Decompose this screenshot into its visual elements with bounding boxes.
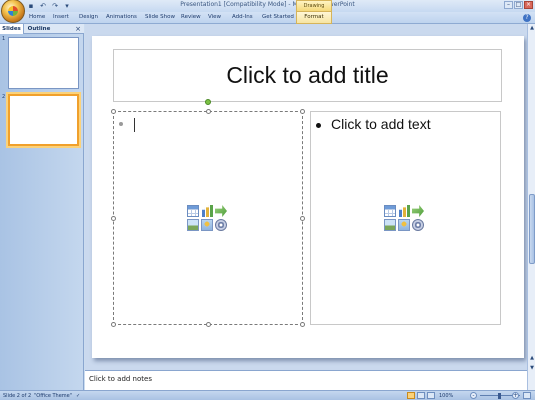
title-bar: ▪ ↶ ↷ ▾ Presentation1 [Compatibility Mod… [0, 0, 535, 19]
smartart-icon[interactable] [215, 205, 227, 217]
media-icon[interactable] [215, 219, 227, 231]
bullet-icon [119, 122, 123, 126]
right-content-placeholder[interactable]: Click to add text [310, 111, 501, 325]
resize-handle[interactable] [111, 109, 116, 114]
vertical-scrollbar[interactable]: ▲ ▲ ▼ [527, 24, 535, 390]
scroll-prev-slide-icon[interactable]: ▲ [529, 354, 535, 362]
slide-thumbnail-2[interactable] [8, 94, 79, 146]
slide-sorter-view-icon[interactable] [417, 392, 425, 399]
theme-name: "Office Theme" [34, 393, 73, 399]
chart-icon[interactable] [201, 205, 213, 217]
tab-animations[interactable]: Animations [106, 14, 137, 20]
right-placeholder-label: Click to add text [331, 116, 431, 132]
slides-pane: Slides Outline × 1 2 [0, 24, 84, 390]
resize-handle[interactable] [111, 322, 116, 327]
fit-to-window-icon[interactable] [523, 392, 531, 399]
content-icon-group [187, 205, 227, 231]
tab-format[interactable]: Format [296, 12, 332, 24]
zoom-level[interactable]: 100% [439, 393, 453, 399]
scroll-up-icon[interactable]: ▲ [529, 24, 535, 32]
scrollbar-thumb[interactable] [529, 194, 535, 264]
window-controls: – □ × [504, 1, 533, 9]
clipart-icon[interactable] [201, 219, 213, 231]
tab-design[interactable]: Design [79, 14, 98, 20]
slide-number: 1 [2, 36, 6, 42]
drawing-tools-label: Drawing Tools [296, 0, 332, 19]
resize-handle[interactable] [206, 109, 211, 114]
minimize-button[interactable]: – [504, 1, 513, 9]
tab-home[interactable]: Home [29, 14, 45, 20]
table-icon[interactable] [384, 205, 396, 217]
tab-slides[interactable]: Slides [0, 24, 24, 34]
slide-counter: Slide 2 of 2 [3, 393, 32, 399]
office-button[interactable] [1, 0, 25, 23]
slide-number: 2 [2, 94, 6, 100]
picture-icon[interactable] [187, 219, 199, 231]
pane-tab-bar: Slides Outline × [0, 24, 84, 34]
status-bar: Slide 2 of 2 "Office Theme" ✓ 100% - + [0, 390, 535, 400]
media-icon[interactable] [412, 219, 424, 231]
zoom-out-icon[interactable]: - [470, 392, 477, 399]
tab-review[interactable]: Review [181, 14, 201, 20]
zoom-in-icon[interactable]: + [512, 392, 519, 399]
resize-handle[interactable] [111, 216, 116, 221]
normal-view-icon[interactable] [407, 392, 415, 399]
chart-icon[interactable] [398, 205, 410, 217]
slide-canvas[interactable]: Click to add title Click to add text [92, 36, 524, 358]
window-title: Presentation1 [Compatibility Mode] - Mic… [180, 1, 355, 8]
close-pane-icon[interactable]: × [75, 24, 81, 34]
slide-show-view-icon[interactable] [427, 392, 435, 399]
spelling-check-icon[interactable]: ✓ [76, 393, 80, 399]
ribbon-tab-bar: Home Insert Design Animations Slide Show… [0, 12, 535, 24]
rotation-handle[interactable] [205, 99, 211, 105]
text-cursor [134, 118, 135, 132]
bullet-icon [316, 122, 321, 128]
maximize-button[interactable]: □ [514, 1, 523, 9]
notes-pane[interactable]: Click to add notes [85, 370, 527, 390]
right-placeholder-text: Click to add text [316, 116, 431, 132]
left-content-placeholder[interactable] [111, 99, 305, 327]
smartart-icon[interactable] [412, 205, 424, 217]
tab-insert[interactable]: Insert [53, 14, 69, 20]
resize-handle[interactable] [206, 322, 211, 327]
tab-view[interactable]: View [208, 14, 221, 20]
tab-add-ins[interactable]: Add-Ins [232, 14, 253, 20]
tab-outline[interactable]: Outline [26, 24, 52, 34]
clipart-icon[interactable] [398, 219, 410, 231]
resize-handle[interactable] [300, 322, 305, 327]
zoom-slider-knob[interactable] [498, 393, 501, 399]
tab-get-started[interactable]: Get Started [262, 14, 294, 20]
title-placeholder[interactable]: Click to add title [113, 49, 502, 102]
notes-placeholder: Click to add notes [89, 375, 152, 383]
scroll-next-slide-icon[interactable]: ▼ [529, 364, 535, 372]
office-logo-icon [8, 6, 18, 16]
slide-thumbnail-1[interactable] [8, 37, 79, 89]
resize-handle[interactable] [300, 216, 305, 221]
table-icon[interactable] [187, 205, 199, 217]
picture-icon[interactable] [384, 219, 396, 231]
content-icon-group [384, 205, 424, 231]
tab-slide-show[interactable]: Slide Show [145, 14, 175, 20]
close-button[interactable]: × [524, 1, 533, 9]
help-icon[interactable]: ? [523, 14, 531, 22]
resize-handle[interactable] [300, 109, 305, 114]
